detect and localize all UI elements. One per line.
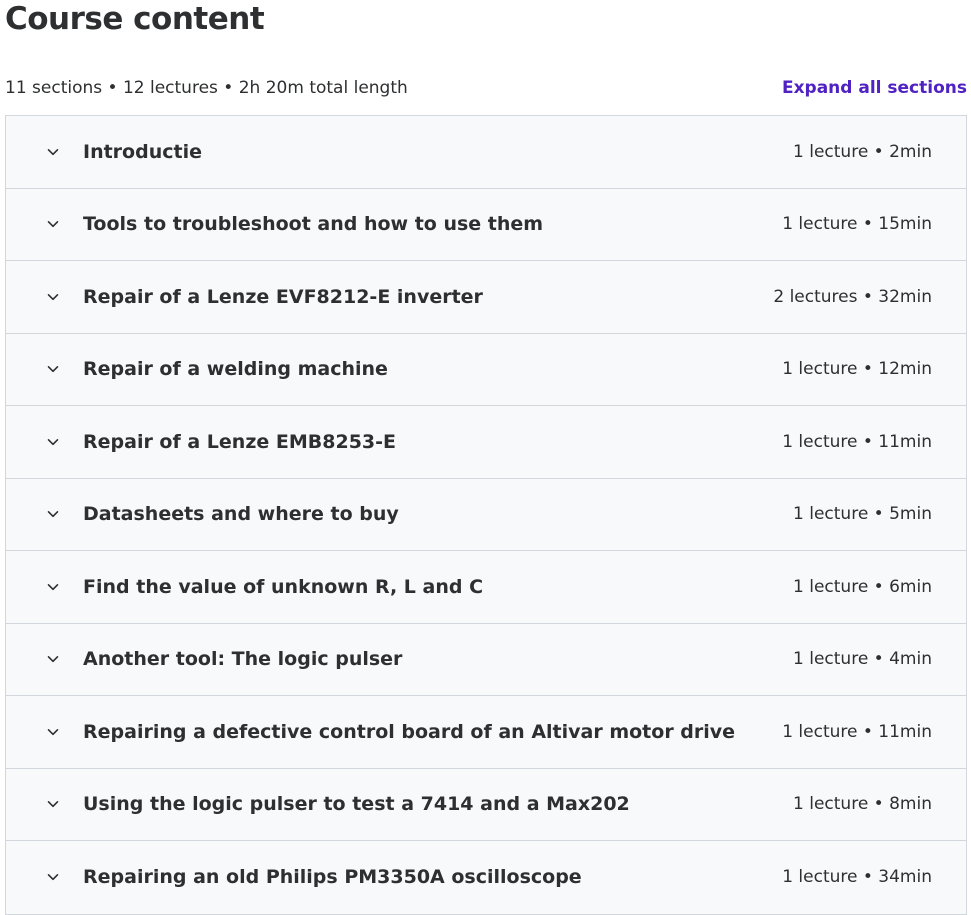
section-title: Find the value of unknown R, L and C	[83, 575, 484, 598]
section-title: Repair of a Lenze EMB8253-E	[83, 430, 396, 453]
section-item[interactable]: Repair of a welding machine 1 lecture • …	[6, 333, 966, 406]
section-item[interactable]: Tools to troubleshoot and how to use the…	[6, 188, 966, 261]
chevron-down-icon	[46, 652, 60, 666]
section-meta: 1 lecture • 2min	[793, 141, 932, 162]
chevron-down-icon	[46, 217, 60, 231]
section-item[interactable]: Repairing an old Philips PM3350A oscillo…	[6, 841, 966, 914]
section-meta: 1 lecture • 5min	[793, 504, 932, 525]
chevron-down-icon	[46, 362, 60, 376]
section-title: Datasheets and where to buy	[83, 503, 399, 526]
section-meta: 1 lecture • 11min	[782, 431, 932, 452]
course-summary: 11 sections • 12 lectures • 2h 20m total…	[5, 78, 408, 98]
section-item[interactable]: Repair of a Lenze EMB8253-E 1 lecture • …	[6, 406, 966, 479]
section-title: Another tool: The logic pulser	[83, 648, 403, 671]
section-title: Repairing a defective control board of a…	[83, 720, 736, 743]
chevron-down-icon	[46, 145, 60, 159]
sections-list: Introductie 1 lecture • 2min Tools to tr…	[5, 115, 967, 915]
section-item[interactable]: Repairing a defective control board of a…	[6, 696, 966, 769]
section-meta: 1 lecture • 34min	[782, 867, 932, 888]
chevron-down-icon	[46, 435, 60, 449]
chevron-down-icon	[46, 507, 60, 521]
section-item[interactable]: Introductie 1 lecture • 2min	[6, 116, 966, 189]
section-item[interactable]: Datasheets and where to buy 1 lecture • …	[6, 478, 966, 551]
section-meta: 1 lecture • 8min	[793, 794, 932, 815]
section-item[interactable]: Another tool: The logic pulser 1 lecture…	[6, 623, 966, 696]
course-summary-row: 11 sections • 12 lectures • 2h 20m total…	[5, 76, 967, 100]
section-item[interactable]: Using the logic pulser to test a 7414 an…	[6, 768, 966, 841]
section-title: Using the logic pulser to test a 7414 an…	[83, 793, 630, 816]
section-title: Introductie	[83, 140, 202, 163]
section-item[interactable]: Repair of a Lenze EVF8212-E inverter 2 l…	[6, 261, 966, 334]
section-meta: 1 lecture • 4min	[793, 649, 932, 670]
section-title: Repair of a Lenze EVF8212-E inverter	[83, 285, 483, 308]
chevron-down-icon	[46, 870, 60, 884]
section-item[interactable]: Find the value of unknown R, L and C 1 l…	[6, 551, 966, 624]
section-title: Repairing an old Philips PM3350A oscillo…	[83, 866, 582, 889]
section-meta: 1 lecture • 6min	[793, 576, 932, 597]
page-title: Course content	[5, 1, 265, 37]
section-meta: 2 lectures • 32min	[773, 286, 932, 307]
section-meta: 1 lecture • 15min	[782, 214, 932, 235]
chevron-down-icon	[46, 580, 60, 594]
chevron-down-icon	[46, 797, 60, 811]
expand-all-sections-button[interactable]: Expand all sections	[782, 78, 967, 98]
chevron-down-icon	[46, 290, 60, 304]
section-meta: 1 lecture • 12min	[782, 359, 932, 380]
section-meta: 1 lecture • 11min	[782, 721, 932, 742]
section-title: Tools to troubleshoot and how to use the…	[83, 213, 544, 236]
section-title: Repair of a welding machine	[83, 358, 388, 381]
chevron-down-icon	[46, 725, 60, 739]
